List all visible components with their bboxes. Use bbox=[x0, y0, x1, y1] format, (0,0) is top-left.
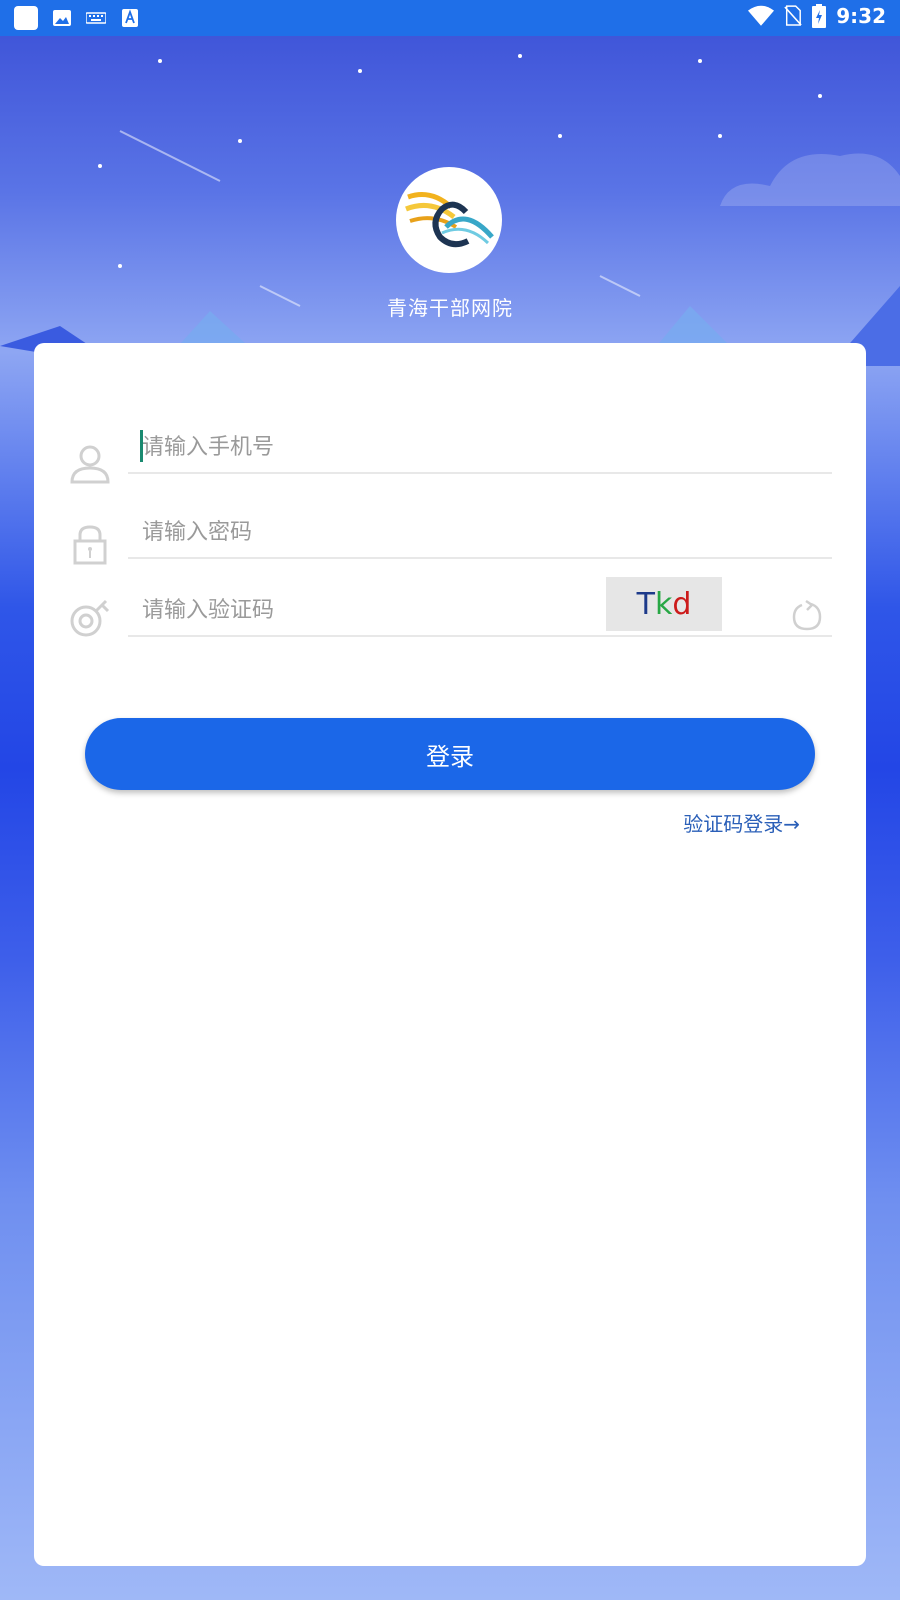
captcha-input[interactable] bbox=[128, 585, 594, 635]
logo-mark-icon bbox=[405, 192, 494, 248]
login-button[interactable]: 登录 bbox=[85, 718, 815, 790]
status-left bbox=[14, 6, 140, 30]
refresh-icon[interactable] bbox=[790, 599, 824, 633]
captcha-char: k bbox=[654, 586, 673, 622]
captcha-char: T bbox=[636, 586, 655, 622]
user-icon bbox=[70, 445, 110, 484]
captcha-image[interactable]: T k d bbox=[606, 577, 722, 631]
wifi-icon bbox=[748, 5, 775, 26]
image-icon bbox=[53, 10, 71, 26]
app-status-icon bbox=[14, 6, 38, 30]
phone-field bbox=[128, 422, 832, 474]
status-time: 9:32 bbox=[836, 4, 886, 28]
no-sim-icon bbox=[784, 5, 802, 26]
password-field bbox=[128, 507, 832, 559]
app-name: 青海干部网院 bbox=[387, 296, 513, 320]
text-caret bbox=[140, 430, 143, 462]
status-right: 9:32 bbox=[748, 4, 886, 28]
app-logo bbox=[396, 167, 502, 273]
keyboard-icon bbox=[86, 12, 106, 24]
sms-code-login-link[interactable]: 验证码登录→ bbox=[683, 808, 800, 837]
font-a-icon bbox=[122, 9, 138, 27]
key-icon bbox=[70, 599, 110, 637]
lock-icon bbox=[73, 525, 107, 565]
battery-charging-icon bbox=[812, 4, 827, 28]
login-card: T k d 登录 验证码登录→ bbox=[34, 343, 866, 1566]
captcha-char: d bbox=[672, 586, 692, 622]
password-input[interactable] bbox=[128, 507, 594, 557]
phone-input[interactable] bbox=[128, 422, 594, 472]
status-bar: 9:32 bbox=[0, 0, 900, 36]
captcha-field: T k d bbox=[128, 577, 832, 637]
